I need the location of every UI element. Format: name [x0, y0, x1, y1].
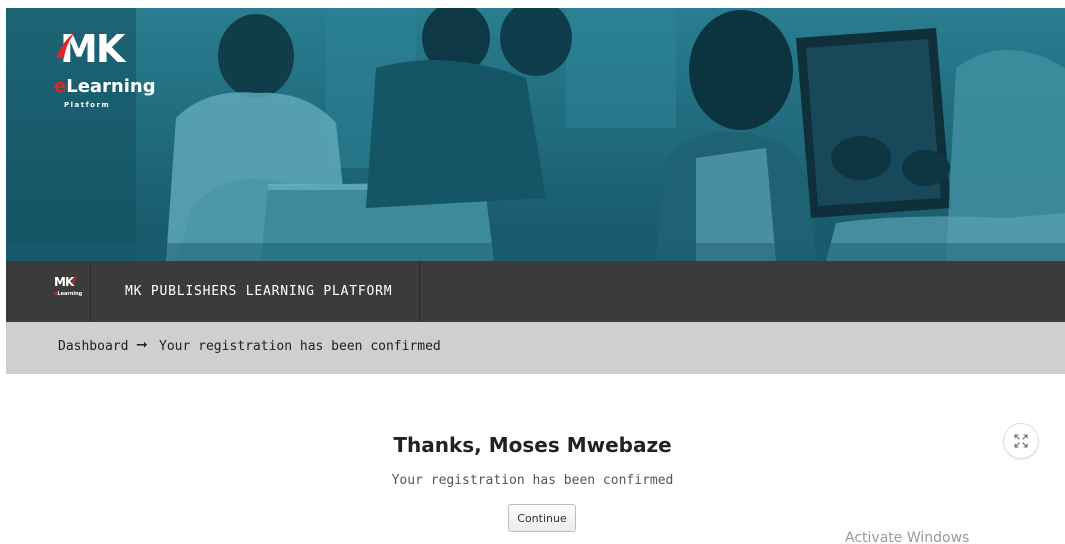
expand-arrows-icon [1014, 434, 1028, 448]
logo-swoosh-icon [56, 32, 75, 58]
confirmation-message: Your registration has been confirmed [391, 473, 674, 488]
page: MK eLearning Platform MK eLearning MK PU… [0, 0, 1065, 544]
logo-learning-text: eLearning [54, 76, 156, 97]
navbar-logo-learning-text: eLearning [54, 291, 83, 297]
elearning-logo: MK eLearning Platform [54, 30, 156, 120]
page-heading: Thanks, Moses Mwebaze [393, 433, 672, 457]
top-navbar: MK eLearning MK PUBLISHERS LEARNING PLAT… [6, 261, 1065, 322]
site-title: MK PUBLISHERS LEARNING PLATFORM [125, 284, 393, 299]
fullscreen-toggle-button[interactable] [1003, 423, 1039, 459]
activate-windows-watermark: Activate Windows [845, 530, 970, 544]
navbar-logo-swoosh-icon [71, 274, 78, 284]
hero-banner: MK eLearning Platform [6, 8, 1065, 261]
navbar-logo-link[interactable]: MK eLearning [6, 261, 91, 322]
breadcrumb-current: Your registration has been confirmed [159, 339, 441, 354]
navbar-site-title-link[interactable]: MK PUBLISHERS LEARNING PLATFORM [91, 261, 420, 322]
continue-button[interactable]: Continue [508, 504, 576, 532]
breadcrumb-dashboard-link[interactable]: Dashboard [58, 339, 128, 354]
breadcrumb: Dashboard ➞ Your registration has been c… [6, 322, 1065, 374]
navbar-logo: MK eLearning [54, 274, 84, 306]
logo-platform-text: Platform [64, 101, 111, 109]
arrow-right-icon: ➞ [136, 337, 148, 353]
hero-photo [6, 8, 1065, 261]
